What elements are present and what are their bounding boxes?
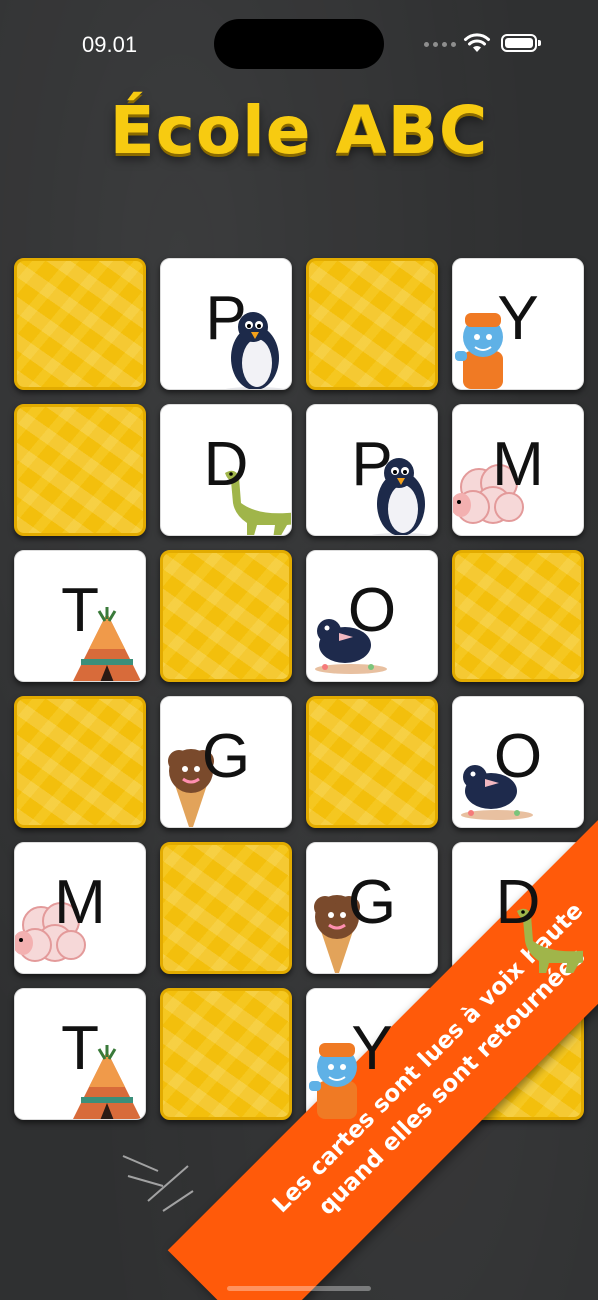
status-time: 09.01 — [82, 32, 138, 57]
card-letter: O — [493, 722, 543, 791]
memory-card-revealed[interactable]: G — [160, 696, 292, 828]
memory-card-hidden[interactable] — [160, 988, 292, 1120]
memory-card-revealed[interactable]: Y — [452, 258, 584, 390]
memory-card-revealed[interactable]: P — [160, 258, 292, 390]
card-letter: Y — [497, 284, 539, 353]
memory-card-revealed[interactable]: P — [306, 404, 438, 536]
card-letter: M — [492, 430, 544, 499]
card-letter: G — [201, 722, 251, 791]
memory-card-hidden[interactable] — [306, 258, 438, 390]
card-letter: D — [495, 868, 541, 937]
chalk-arrow-decoration — [122, 1155, 194, 1212]
wifi-icon — [464, 33, 490, 52]
memory-card-hidden[interactable] — [14, 404, 146, 536]
memory-card-revealed[interactable]: T — [14, 988, 146, 1120]
battery-icon — [501, 34, 541, 52]
card-letter: P — [205, 284, 247, 353]
memory-card-hidden[interactable] — [160, 842, 292, 974]
memory-card-hidden[interactable] — [14, 258, 146, 390]
memory-card-revealed[interactable]: G — [306, 842, 438, 974]
card-letter: O — [347, 576, 397, 645]
memory-card-revealed[interactable]: D — [160, 404, 292, 536]
status-bar: 09.01 — [0, 0, 598, 90]
memory-card-hidden[interactable] — [14, 696, 146, 828]
card-letter: D — [203, 430, 249, 499]
card-letter: G — [347, 868, 397, 937]
card-letter: Y — [351, 1014, 393, 1083]
memory-card-revealed[interactable]: O — [306, 550, 438, 682]
memory-card-hidden[interactable] — [160, 550, 292, 682]
memory-card-hidden[interactable] — [306, 696, 438, 828]
memory-card-revealed[interactable]: M — [452, 404, 584, 536]
memory-card-revealed[interactable]: T — [14, 550, 146, 682]
cellular-signal-icon — [424, 42, 456, 47]
home-indicator[interactable] — [227, 1286, 371, 1291]
dynamic-island — [214, 19, 384, 69]
memory-card-revealed[interactable]: O — [452, 696, 584, 828]
card-letter: T — [61, 1014, 99, 1083]
app-title: École ABC — [109, 92, 489, 169]
card-letter: M — [54, 868, 106, 937]
memory-card-revealed[interactable]: M — [14, 842, 146, 974]
memory-card-hidden[interactable] — [452, 550, 584, 682]
card-letter: T — [61, 576, 99, 645]
card-letter: P — [351, 430, 393, 499]
